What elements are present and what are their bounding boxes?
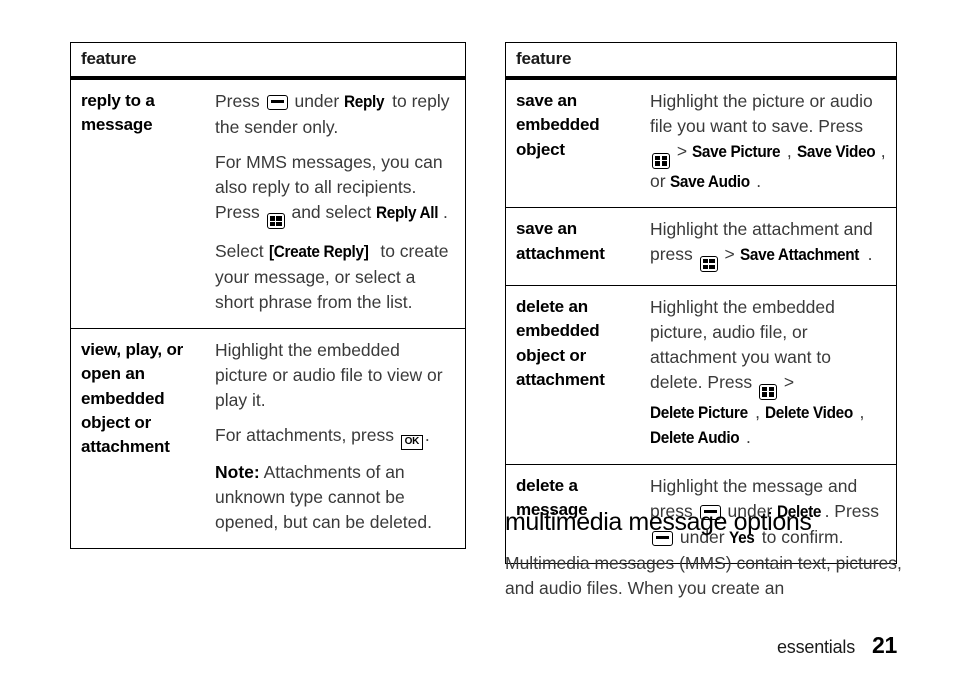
menu-key-icon [759,383,777,400]
feature-term: delete an embedded object or attachment [505,285,650,465]
feature-term: save an attachment [505,207,650,286]
ui-term: Reply All [376,203,439,222]
ui-term: Save Video [796,143,876,162]
feature-rows-left: reply to a message Press under Reply to r… [70,78,466,549]
table-row: view, play, or open an embedded object o… [70,327,466,549]
ui-term: Reply [344,93,385,111]
feature-rows-right: save an embedded object Highlight the pic… [505,78,897,564]
ui-term: Delete Picture [650,403,748,422]
column-header-feature: feature [81,49,137,68]
menu-key-grid [702,259,715,270]
left-column: feature reply to a message Press under Re… [70,42,466,550]
description-paragraph: Highlight the embedded picture, audio fi… [650,295,886,451]
feature-term: save an embedded object [516,91,600,159]
feature-table-left-body: feature [70,42,466,80]
menu-key-grid [655,155,667,166]
description-paragraph: Highlight the attachment and press > Sav… [650,217,886,273]
ok-key-icon: OK [400,435,423,451]
description-paragraph: Highlight the embedded picture or audio … [215,339,443,410]
description-paragraph: Highlight the picture or audio file you … [650,89,886,194]
feature-description: Highlight the attachment and press > Sav… [650,207,897,286]
page-footer: essentials 21 [777,632,897,659]
menu-key-grid [762,386,774,397]
ui-term: Delete Audio [650,429,740,448]
note-label: Note: [215,462,260,483]
softkey-icon [266,95,288,110]
feature-description: Highlight the embedded picture, audio fi… [650,285,897,465]
menu-key-grid [269,216,282,227]
feature-term: view, play, or open an embedded object o… [70,327,215,549]
menu-key-icon [699,256,718,273]
menu-key-icon [652,152,670,169]
ui-term: Save Attachment [739,246,859,265]
feature-table-left: feature reply to a message Press under Re… [70,42,466,550]
right-column: feature save an embedded object Highlight… [505,42,897,565]
ui-term: Save Audio [670,172,751,191]
table-row: save an embedded object Highlight the pic… [506,78,897,208]
footer-chapter-name: essentials [776,637,856,657]
manual-page: feature reply to a message Press under Re… [0,0,954,677]
table-row: reply to a message Press under Reply to r… [71,78,466,328]
feature-description: Highlight the embedded picture or audio … [215,327,466,549]
table-header-row: feature [70,42,466,80]
menu-key-icon [266,213,285,230]
description-paragraph: For attachments, press OK. [215,423,455,451]
description-paragraph: Select [Create Reply] to create your mes… [215,241,449,312]
description-paragraph: Note: Attachments of an unknown type can… [215,462,432,533]
column-header-feature: feature [516,49,572,68]
description-paragraph: Press under Reply to reply the sender on… [215,91,450,137]
table-row: save an attachment Highlight the attachme… [505,207,897,286]
ui-term: [Create Reply] [268,243,369,262]
feature-term: reply to a message [81,91,155,135]
table-header-row: feature [505,42,897,80]
ui-term: Delete Video [764,403,853,422]
table-header-cell: feature [505,42,897,80]
feature-table-right-body: feature [505,42,897,80]
section-body-text: Multimedia messages (MMS) contain text, … [505,553,902,599]
feature-description: Press under Reply to reply the sender on… [215,78,466,328]
page-title: multimedia message options [505,508,812,536]
table-header-cell: feature [70,42,466,80]
table-row: delete an embedded object or attachment H… [505,285,897,465]
ui-term: Save Picture [691,143,781,162]
feature-table-right: feature save an embedded object Highlight… [505,42,897,565]
page-number: 21 [872,632,897,658]
description-paragraph: For MMS messages, you can also reply to … [215,150,455,230]
feature-description: Highlight the picture or audio file you … [650,78,897,208]
